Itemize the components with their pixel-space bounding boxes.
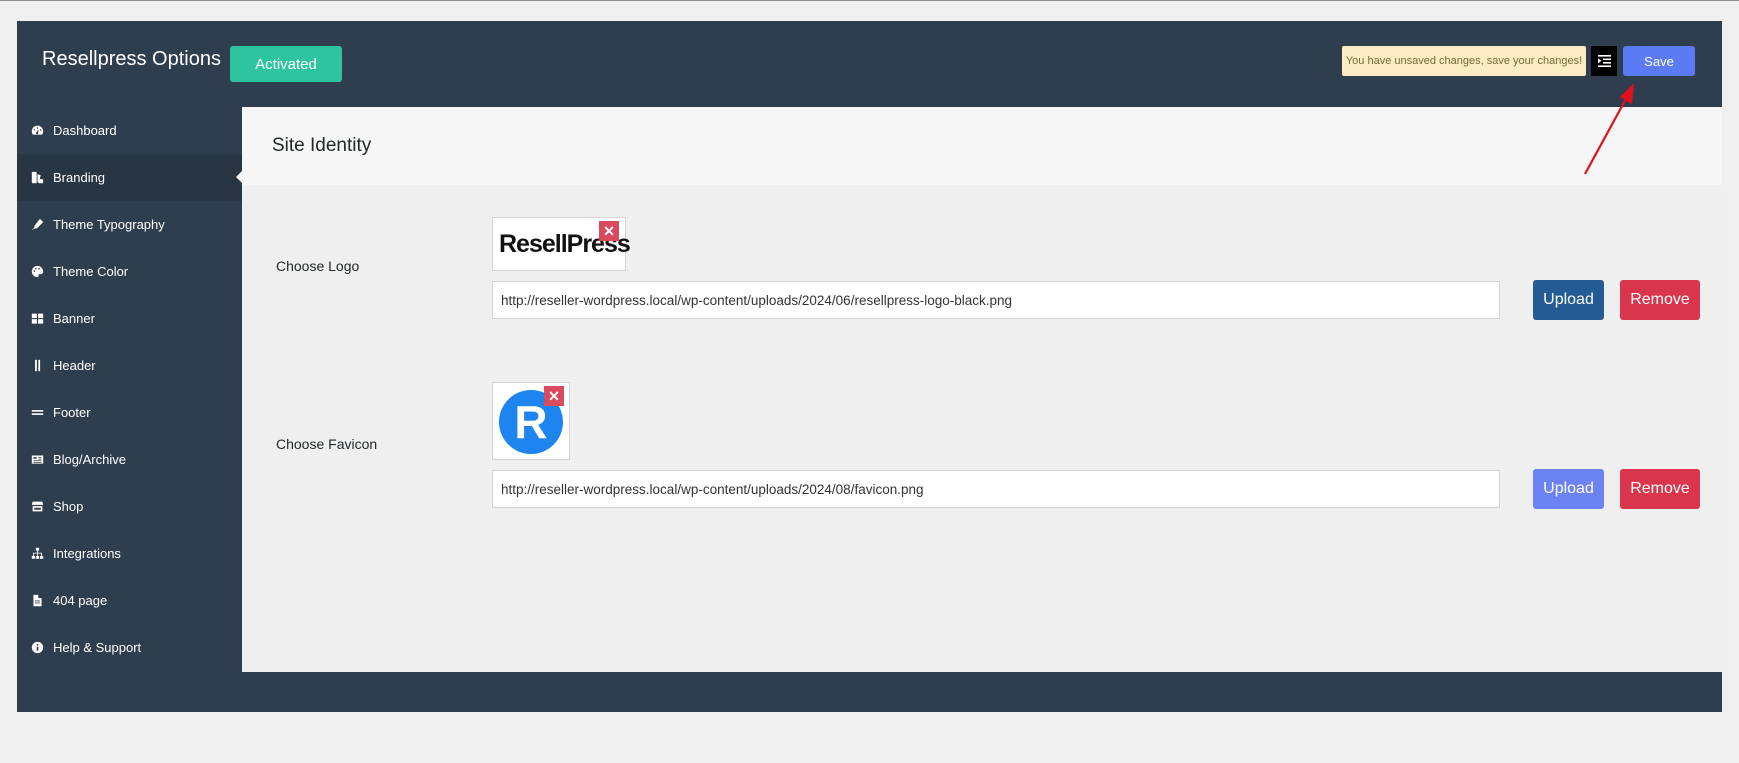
annotation-arrow-line	[1584, 96, 1628, 175]
annotation-arrow-head	[1620, 83, 1634, 104]
annotation-arrow	[1584, 83, 1634, 175]
